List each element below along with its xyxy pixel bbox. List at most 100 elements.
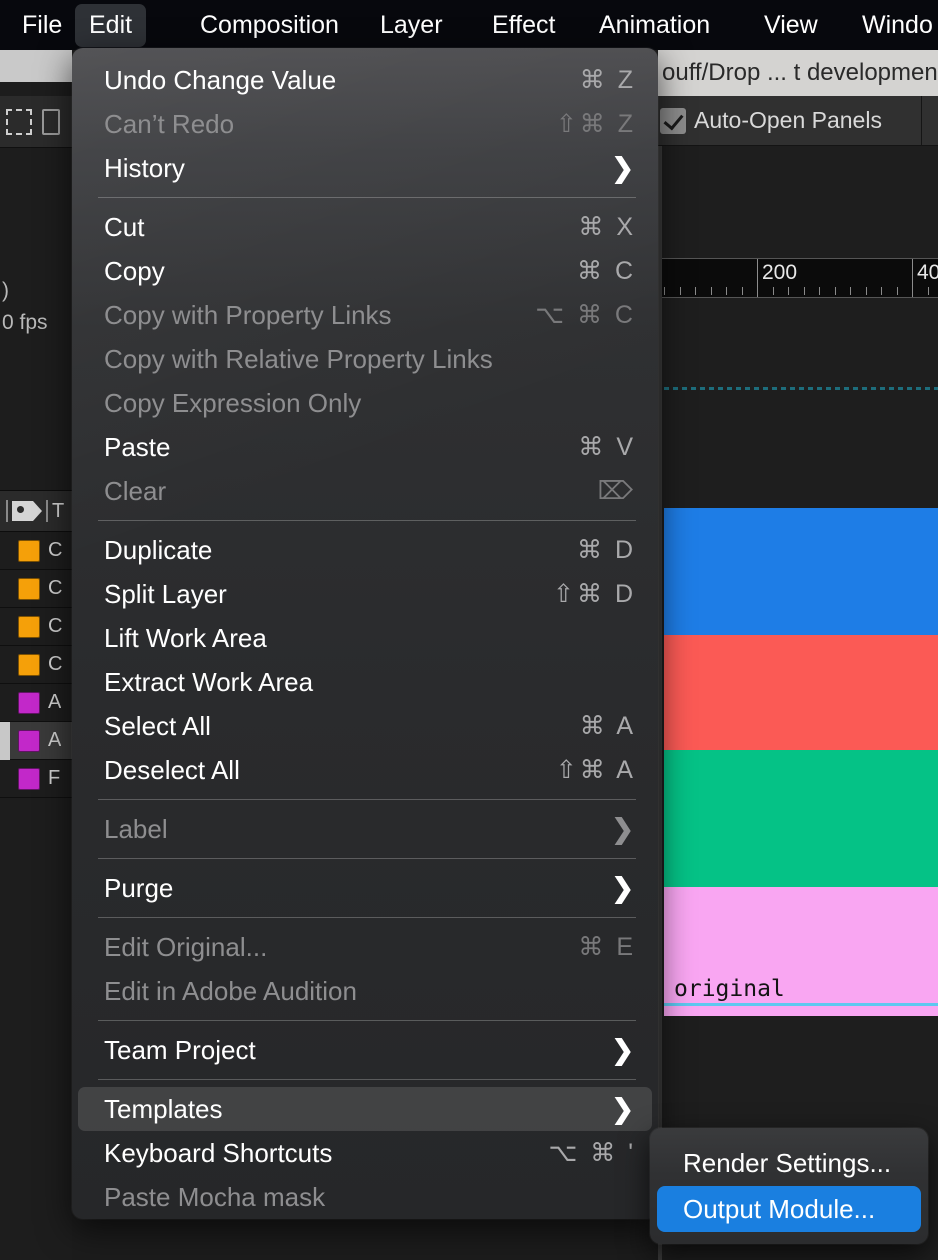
layer-name: F xyxy=(48,767,61,789)
layer-row[interactable]: A xyxy=(0,684,72,722)
layer-list-header: T xyxy=(0,490,72,532)
red-bar xyxy=(664,635,938,750)
menu-item-paste-mocha-mask: Paste Mocha mask xyxy=(78,1175,652,1219)
menu-item-cut[interactable]: Cut ⌘ X xyxy=(78,205,652,249)
menubar-item-file[interactable]: File xyxy=(8,4,76,47)
menu-item-label: Can’t Redo xyxy=(104,108,235,139)
ruler-minor-tick xyxy=(835,287,836,295)
left-title-strip-shadow xyxy=(0,82,72,96)
ruler-minor-tick xyxy=(819,287,820,295)
layer-selection-bar xyxy=(0,532,10,570)
menu-item-copy[interactable]: Copy ⌘ C xyxy=(78,249,652,293)
layer-row[interactable]: C xyxy=(0,608,72,646)
layer-color-swatch[interactable] xyxy=(18,653,40,676)
menu-item-label: Lift Work Area xyxy=(104,622,267,653)
menu-item-shortcut: ⇧⌘ Z xyxy=(555,110,636,138)
layer-name: C xyxy=(48,615,63,637)
menu-item-shortcut: ⌥ ⌘ C xyxy=(535,301,636,329)
right-panel: ouff/Drop ... t development Auto-Open Pa… xyxy=(658,50,938,1260)
layer-selection-bar xyxy=(0,608,10,646)
ruler-minor-tick xyxy=(742,287,743,295)
panel-left-edge xyxy=(658,146,662,1260)
templates-submenu: Render Settings... Output Module... xyxy=(650,1128,928,1244)
layer-color-swatch[interactable] xyxy=(18,539,40,562)
comp-fps-text: ) 0 fps xyxy=(0,275,72,338)
menu-item-templates[interactable]: Templates ❯ xyxy=(78,1087,652,1131)
layer-row[interactable]: C xyxy=(0,646,72,684)
menu-item-label: Select All xyxy=(104,710,211,741)
menu-item-deselect-all[interactable]: Deselect All ⇧⌘ A xyxy=(78,748,652,792)
menu-item-edit-in-adobe-audition: Edit in Adobe Audition xyxy=(78,969,652,1013)
menubar-item-windo[interactable]: Windo xyxy=(848,4,938,47)
menu-item-keyboard-shortcuts[interactable]: Keyboard Shortcuts ⌥ ⌘ ' xyxy=(78,1131,652,1175)
ruler-tick-label: 400 xyxy=(917,261,938,284)
chevron-right-icon: ❯ xyxy=(611,872,634,903)
menu-item-label: Label xyxy=(104,813,168,844)
timeline-ruler[interactable]: 200 400 xyxy=(662,258,938,298)
menu-item-split-layer[interactable]: Split Layer ⇧⌘ D xyxy=(78,572,652,616)
menu-item-duplicate[interactable]: Duplicate ⌘ D xyxy=(78,528,652,572)
menu-item-shortcut: ⌘ A xyxy=(579,712,636,740)
menu-item-paste[interactable]: Paste ⌘ V xyxy=(78,425,652,469)
fps-line-2: 0 fps xyxy=(2,310,48,334)
layer-row[interactable]: C xyxy=(0,532,72,570)
menu-item-select-all[interactable]: Select All ⌘ A xyxy=(78,704,652,748)
ruler-tick-label: 200 xyxy=(762,261,798,284)
edit-dropdown-menu: Undo Change Value ⌘ Z Can’t Redo ⇧⌘ Z Histor… xyxy=(72,48,658,1219)
ruler-minor-tick xyxy=(897,287,898,295)
options-bar: Auto-Open Panels xyxy=(658,96,938,146)
menubar-item-effect[interactable]: Effect xyxy=(478,4,569,47)
menu-separator xyxy=(98,1020,636,1021)
layer-selection-bar xyxy=(0,760,10,798)
menu-item-purge[interactable]: Purge ❯ xyxy=(78,866,652,910)
menu-item-label: Paste xyxy=(104,431,171,462)
menu-item-shortcut: ⌘ Z xyxy=(579,66,636,94)
menu-item-label: History xyxy=(104,152,185,183)
menu-item-extract-work-area[interactable]: Extract Work Area xyxy=(78,660,652,704)
layer-row[interactable]: C xyxy=(0,570,72,608)
green-bar xyxy=(664,750,938,887)
menubar-item-layer[interactable]: Layer xyxy=(366,4,457,47)
layer-color-swatch[interactable] xyxy=(18,767,40,790)
menubar-item-composition[interactable]: Composition xyxy=(186,4,353,47)
menu-item-label: Purge xyxy=(104,872,174,903)
ruler-minor-tick xyxy=(726,287,727,295)
menu-item-label: Copy with Relative Property Links xyxy=(104,343,493,374)
layer-column-letter: T xyxy=(52,499,65,522)
pink-bar: original xyxy=(664,887,938,1016)
submenu-item-output-module[interactable]: Output Module... xyxy=(657,1186,921,1232)
menu-item-label: Undo Change Value xyxy=(104,64,337,95)
menu-separator xyxy=(98,858,636,859)
menu-item-shortcut: ⌦ xyxy=(597,477,636,505)
menu-item-shortcut: ⇧⌘ A xyxy=(555,756,636,784)
ruler-minor-tick xyxy=(804,287,805,295)
layer-row[interactable]: A xyxy=(0,721,72,760)
menu-item-shortcut: ⌘ X xyxy=(578,213,636,241)
menu-item-label: Templates xyxy=(104,1093,223,1124)
region-of-interest-icon[interactable] xyxy=(6,108,32,135)
menu-item-team-project[interactable]: Team Project ❯ xyxy=(78,1028,652,1072)
menu-item-undo-change-value[interactable]: Undo Change Value ⌘ Z xyxy=(78,58,652,102)
menu-item-label: Duplicate xyxy=(104,534,213,565)
menu-item-label: Edit in Adobe Audition xyxy=(104,975,357,1006)
chevron-right-icon: ❯ xyxy=(611,1093,634,1124)
layer-name: A xyxy=(48,729,62,751)
auto-open-panels-label: Auto-Open Panels xyxy=(694,107,882,133)
menu-item-clear: Clear ⌦ xyxy=(78,469,652,513)
layer-color-swatch[interactable] xyxy=(18,729,40,752)
menubar-item-animation[interactable]: Animation xyxy=(585,4,724,47)
menubar-item-view[interactable]: View xyxy=(750,4,832,47)
menubar-item-edit[interactable]: Edit xyxy=(75,3,147,47)
menu-item-lift-work-area[interactable]: Lift Work Area xyxy=(78,616,652,660)
layer-color-swatch[interactable] xyxy=(18,691,40,714)
auto-open-panels-checkbox[interactable] xyxy=(660,107,686,134)
menu-item-history[interactable]: History ❯ xyxy=(78,146,652,190)
submenu-item-render-settings[interactable]: Render Settings... xyxy=(657,1140,921,1186)
layer-color-swatch[interactable] xyxy=(18,577,40,600)
layer-row[interactable]: F xyxy=(0,760,72,798)
menu-item-label: Deselect All xyxy=(104,754,240,785)
layer-color-swatch[interactable] xyxy=(18,615,40,638)
menu-item-label: Keyboard Shortcuts xyxy=(104,1137,333,1168)
rectangle-icon[interactable] xyxy=(42,108,60,135)
blue-bar xyxy=(664,508,938,635)
